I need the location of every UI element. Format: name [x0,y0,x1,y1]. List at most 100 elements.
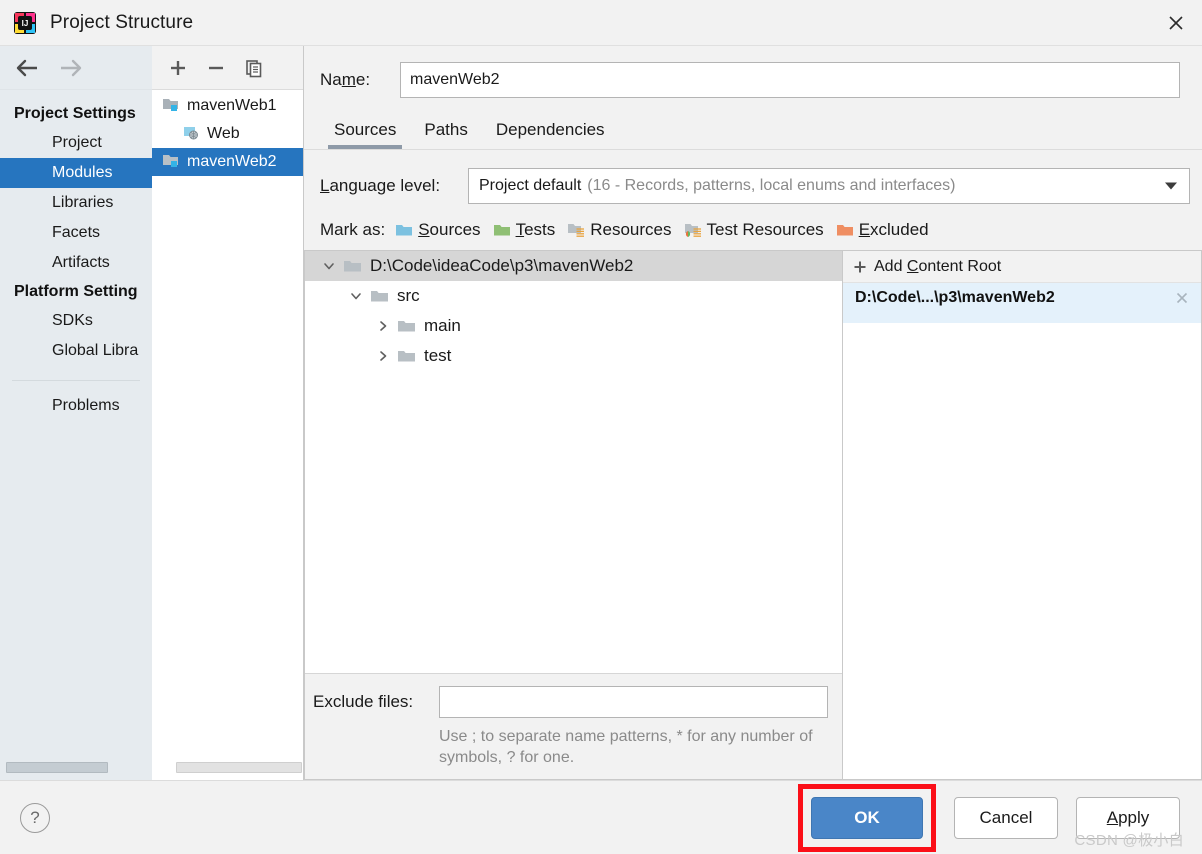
module-folder-icon [162,96,180,117]
sidebar-item-sdks[interactable]: SDKs [0,306,152,336]
sidebar-nav-arrows [0,46,152,90]
tree-row-label: main [424,316,461,335]
title-bar: IJ Project Structure [0,0,1202,46]
exclude-files-section: Exclude files: Use ; to separate name pa… [305,672,842,779]
mark-as-tests-button[interactable]: Tests [493,220,556,240]
question-mark-icon[interactable]: ? [20,802,50,833]
folder-resources-icon [567,222,586,238]
exclude-files-label: Exclude files: [313,691,414,711]
folder-icon [370,288,390,304]
modules-panel: mavenWeb1 Web mavenWeb2 [152,46,304,780]
mark-as-sources-button[interactable]: Sources [395,220,481,240]
tree-row[interactable]: main [305,311,842,341]
sidebar-item-project[interactable]: Project [0,128,152,158]
language-level-value: Project default [479,177,582,194]
language-level-row: Language level: Project default (16 - Re… [304,150,1202,204]
sidebar-item-artifacts[interactable]: Artifacts [0,248,152,278]
tab-sources[interactable]: Sources [320,116,410,149]
mark-as-test-resources-button[interactable]: Test Resources [684,220,824,240]
tree-row[interactable]: D:\Code\ideaCode\p3\mavenWeb2 [305,251,842,281]
project-structure-dialog: IJ Project Structure Project Settings Pr… [0,0,1202,854]
language-level-select[interactable]: Project default (16 - Records, patterns,… [468,168,1190,204]
folder-sources-icon [395,222,414,238]
source-tree-pane: D:\Code\ideaCode\p3\mavenWeb2 src main t… [304,250,842,780]
tab-dependencies[interactable]: Dependencies [482,116,619,149]
sidebar-item-global-libraries[interactable]: Global Libra [0,336,152,366]
add-content-root-button[interactable]: Add Content Root [843,251,1201,283]
minus-icon[interactable] [204,56,228,80]
module-editor: Name: Sources Paths Dependencies Languag… [304,46,1202,780]
sidebar-item-libraries[interactable]: Libraries [0,188,152,218]
chevron-down-icon[interactable] [1165,182,1177,190]
module-name-input[interactable] [400,62,1180,98]
chevron-down-icon[interactable] [342,289,370,303]
exclude-files-hint: Use ; to separate name patterns, * for a… [439,727,813,767]
apply-button[interactable]: Apply [1076,796,1180,839]
settings-sidebar: Project Settings Project Modules Librari… [0,46,152,780]
module-name-row: Name: [304,46,1202,98]
close-x-icon[interactable] [1173,291,1191,305]
cancel-button[interactable]: Cancel [954,796,1058,839]
sidebar-item-problems[interactable]: Problems [0,391,152,421]
ok-button[interactable]: OK [811,796,923,839]
close-icon[interactable] [1150,0,1202,46]
chevron-down-icon[interactable] [315,259,343,273]
chevron-right-icon[interactable] [369,319,397,333]
dialog-body: Project Settings Project Modules Librari… [0,46,1202,780]
modules-horizontal-scrollbar[interactable] [176,762,302,773]
module-item-label: mavenWeb1 [187,97,277,114]
chevron-right-icon[interactable] [369,349,397,363]
sidebar-item-facets[interactable]: Facets [0,218,152,248]
folder-tests-icon [493,222,512,238]
mark-as-excluded-label: Excluded [858,220,929,239]
language-level-label: Language level: [320,176,441,195]
folder-excluded-icon [836,222,855,238]
content-root-item[interactable]: D:\Code\...\p3\mavenWeb2 [843,283,1201,313]
mark-as-resources-label: Resources [590,220,672,239]
sidebar-horizontal-scrollbar[interactable] [6,762,108,773]
content-root-spacer [843,313,1201,323]
sidebar-group-project-settings: Project Settings [14,105,136,122]
exclude-files-input[interactable] [439,685,828,718]
module-item-mavenweb1[interactable]: mavenWeb1 [152,92,303,120]
module-item-web[interactable]: Web [152,120,303,148]
content-roots-pane: Add Content Root D:\Code\...\p3\mavenWeb… [842,250,1202,780]
add-content-root-label: Add Content Root [874,257,1002,275]
web-facet-icon [182,124,200,145]
modules-list: mavenWeb1 Web mavenWeb2 [152,90,303,780]
back-arrow-icon[interactable] [14,59,40,77]
module-item-mavenweb2[interactable]: mavenWeb2 [152,148,303,176]
mark-as-row: Mark as: Sources Tests Resources Test Re… [304,204,1202,240]
copy-icon[interactable] [242,56,266,80]
sources-split: D:\Code\ideaCode\p3\mavenWeb2 src main t… [304,250,1202,780]
tree-row-label: test [424,346,452,365]
mark-as-test-resources-label: Test Resources [706,220,824,239]
mark-as-label: Mark as: [320,220,386,239]
svg-text:IJ: IJ [22,19,29,28]
sidebar-divider [12,380,140,381]
dialog-footer: ? OK Cancel Apply CSDN @极小白 [0,780,1202,854]
tree-row[interactable]: src [305,281,842,311]
tree-row-label: D:\Code\ideaCode\p3\mavenWeb2 [370,256,634,275]
ok-button-highlight: OK [798,783,936,852]
sidebar-group-platform-settings: Platform Setting [14,283,138,300]
module-item-label: Web [207,125,240,142]
sidebar-item-modules[interactable]: Modules [0,158,152,188]
plus-icon [853,260,867,274]
mark-as-excluded-button[interactable]: Excluded [836,220,929,240]
mark-as-tests-label: Tests [515,220,556,239]
forward-arrow-icon[interactable] [58,59,84,77]
modules-toolbar [152,46,303,90]
folder-test-resources-icon [684,222,703,238]
tab-paths[interactable]: Paths [410,116,481,149]
tree-row[interactable]: test [305,341,842,371]
folder-icon [397,348,417,364]
module-item-label: mavenWeb2 [187,153,277,170]
mark-as-resources-button[interactable]: Resources [567,220,672,240]
exclude-files-row: Exclude files: [313,685,828,718]
language-level-hint: (16 - Records, patterns, local enums and… [587,177,956,194]
intellij-idea-icon: IJ [14,11,36,34]
plus-icon[interactable] [166,56,190,80]
folder-icon [343,258,363,274]
source-tree: D:\Code\ideaCode\p3\mavenWeb2 src main t… [305,251,842,673]
